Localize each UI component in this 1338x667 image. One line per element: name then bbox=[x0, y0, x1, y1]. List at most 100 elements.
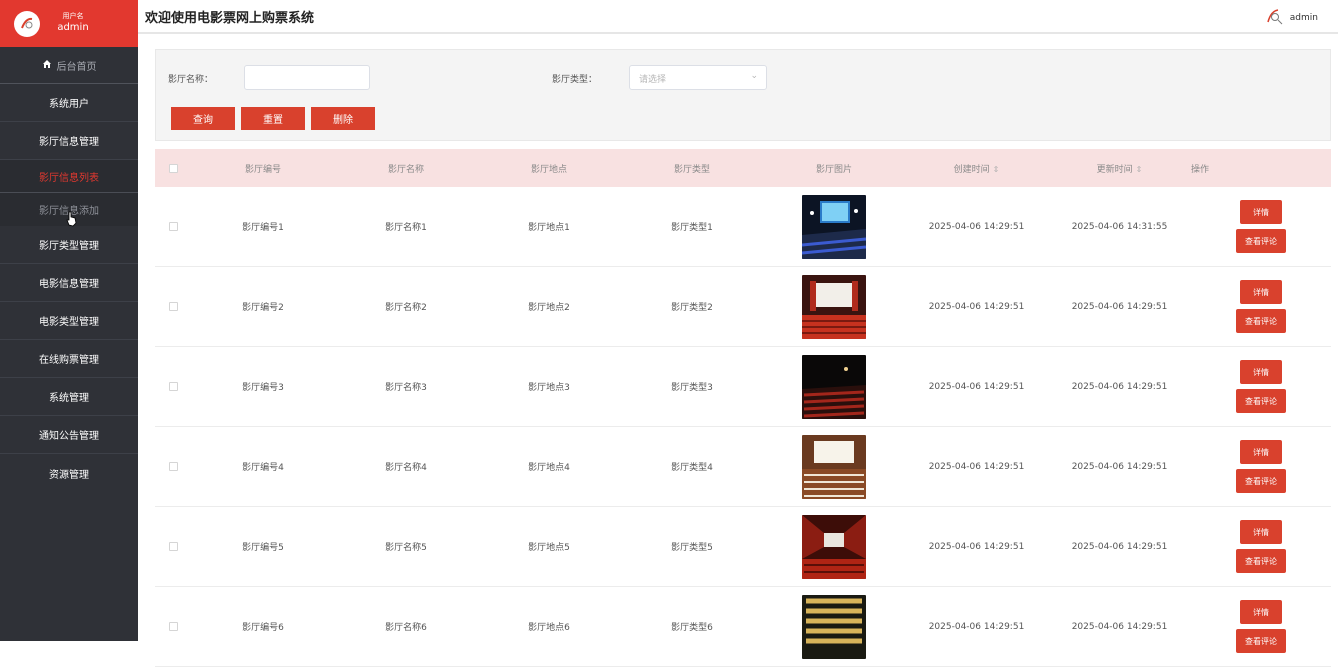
cell-hall-addr: 影厅地点2 bbox=[528, 303, 570, 313]
hall-image bbox=[802, 434, 866, 499]
row-check-cell bbox=[155, 462, 191, 471]
cell-hall-addr: 影厅地点1 bbox=[528, 223, 570, 233]
user-name: admin bbox=[57, 22, 89, 33]
sidebar-subitem-hall-list[interactable]: 影厅信息列表 bbox=[0, 160, 138, 193]
detail-button[interactable]: 详情 bbox=[1240, 600, 1282, 624]
sort-icon[interactable]: ⇕ bbox=[1136, 165, 1143, 174]
sidebar-item-label: 在线购票管理 bbox=[39, 355, 99, 366]
sidebar-item-label: 影厅信息列表 bbox=[39, 172, 99, 184]
view-review-button[interactable]: 查看评论 bbox=[1236, 389, 1286, 413]
user-avatar-icon bbox=[1264, 6, 1284, 29]
header-username: admin bbox=[1289, 12, 1318, 23]
cell-hall-addr: 影厅地点4 bbox=[528, 463, 570, 473]
cell-updated-time: 2025-04-06 14:31:55 bbox=[1071, 221, 1168, 232]
header-updated-time[interactable]: 更新时间 ⇕ bbox=[1048, 162, 1191, 175]
sidebar-item-system-users[interactable]: 系统用户 bbox=[0, 84, 138, 122]
table-row: 影厅编号5 影厅名称5 影厅地点5 影厅类型5 2025-04-06 14:29… bbox=[155, 507, 1331, 587]
table-row: 影厅编号6 影厅名称6 影厅地点6 影厅类型6 2025-04-06 14:29… bbox=[155, 587, 1331, 667]
row-check-cell bbox=[155, 222, 191, 231]
sidebar-item-label: 系统管理 bbox=[49, 393, 89, 404]
header-hall-img: 影厅图片 bbox=[815, 164, 852, 175]
avatar bbox=[14, 11, 40, 37]
cell-hall-type: 影厅类型2 bbox=[671, 303, 713, 313]
home-icon bbox=[42, 59, 52, 72]
row-checkbox[interactable] bbox=[168, 622, 178, 631]
header-user[interactable]: admin bbox=[1264, 6, 1318, 29]
hall-type-placeholder: 请选择 bbox=[639, 75, 667, 85]
sidebar-item-movie-type[interactable]: 电影类型管理 bbox=[0, 302, 138, 340]
cell-operations: 详情 查看评论 bbox=[1191, 200, 1331, 253]
row-checkbox[interactable] bbox=[168, 302, 178, 311]
sidebar-item-resource[interactable]: 资源管理 bbox=[0, 454, 138, 492]
hall-image bbox=[802, 194, 866, 259]
header-label: 创建时间 bbox=[953, 164, 990, 175]
view-review-button[interactable]: 查看评论 bbox=[1236, 469, 1286, 493]
cell-hall-img bbox=[763, 594, 905, 659]
sidebar-item-hall-type[interactable]: 影厅类型管理 bbox=[0, 226, 138, 264]
sidebar-item-label: 后台首页 bbox=[56, 61, 97, 73]
view-review-button[interactable]: 查看评论 bbox=[1236, 629, 1286, 653]
cell-updated-time: 2025-04-06 14:29:51 bbox=[1071, 541, 1168, 552]
cell-hall-no: 影厅编号2 bbox=[242, 303, 284, 313]
sidebar-item-notice[interactable]: 通知公告管理 bbox=[0, 416, 138, 454]
detail-button[interactable]: 详情 bbox=[1240, 360, 1282, 384]
cell-created-time: 2025-04-06 14:29:51 bbox=[928, 301, 1025, 312]
view-review-button[interactable]: 查看评论 bbox=[1236, 309, 1286, 333]
sidebar: 用户名 admin 后台首页 系统用户 影厅信息管理 影厅信息列表 影厅信息添加… bbox=[0, 0, 138, 641]
delete-button[interactable]: 删除 bbox=[311, 107, 375, 130]
search-panel: 影厅名称： 影厅类型： 请选择 ⌄ 查询 重置 删除 bbox=[155, 49, 1331, 141]
top-header: 欢迎使用电影票网上购票系统 admin bbox=[138, 0, 1338, 34]
cell-hall-no: 影厅编号3 bbox=[242, 383, 284, 393]
sidebar-item-system[interactable]: 系统管理 bbox=[0, 378, 138, 416]
view-review-button[interactable]: 查看评论 bbox=[1236, 549, 1286, 573]
hall-image bbox=[802, 274, 866, 339]
header-created-time[interactable]: 创建时间 ⇕ bbox=[905, 162, 1048, 175]
hall-image bbox=[802, 354, 866, 419]
user-label: 用户名 bbox=[62, 12, 84, 20]
select-all-checkbox[interactable] bbox=[168, 163, 178, 173]
hall-name-input[interactable] bbox=[244, 65, 370, 90]
cell-hall-name: 影厅名称6 bbox=[385, 623, 427, 633]
select-all-cell bbox=[155, 163, 191, 173]
row-checkbox[interactable] bbox=[168, 382, 178, 391]
cell-hall-img bbox=[763, 194, 905, 259]
hall-type-select[interactable]: 请选择 ⌄ bbox=[629, 65, 767, 90]
sidebar-item-online-ticket[interactable]: 在线购票管理 bbox=[0, 340, 138, 378]
chevron-down-icon: ⌄ bbox=[750, 71, 758, 81]
sidebar-item-label: 影厅信息管理 bbox=[39, 137, 99, 148]
detail-button[interactable]: 详情 bbox=[1240, 200, 1282, 224]
cell-hall-type: 影厅类型5 bbox=[671, 543, 713, 553]
header-hall-type: 影厅类型 bbox=[673, 164, 710, 175]
row-checkbox[interactable] bbox=[168, 222, 178, 231]
cell-updated-time: 2025-04-06 14:29:51 bbox=[1071, 621, 1168, 632]
cell-hall-type: 影厅类型1 bbox=[671, 223, 713, 233]
row-check-cell bbox=[155, 622, 191, 631]
detail-button[interactable]: 详情 bbox=[1240, 440, 1282, 464]
detail-button[interactable]: 详情 bbox=[1240, 520, 1282, 544]
cell-hall-img bbox=[763, 274, 905, 339]
query-button[interactable]: 查询 bbox=[171, 107, 235, 130]
sort-icon[interactable]: ⇕ bbox=[993, 165, 1000, 174]
reset-button[interactable]: 重置 bbox=[241, 107, 305, 130]
cell-created-time: 2025-04-06 14:29:51 bbox=[928, 621, 1025, 632]
sidebar-item-label: 通知公告管理 bbox=[39, 431, 99, 442]
row-check-cell bbox=[155, 382, 191, 391]
sidebar-item-home[interactable]: 后台首页 bbox=[0, 47, 138, 84]
row-checkbox[interactable] bbox=[168, 542, 178, 551]
page-title: 欢迎使用电影票网上购票系统 bbox=[145, 11, 315, 26]
sidebar-subitem-hall-add[interactable]: 影厅信息添加 bbox=[0, 193, 138, 227]
row-checkbox[interactable] bbox=[168, 462, 178, 471]
view-review-button[interactable]: 查看评论 bbox=[1236, 229, 1286, 253]
cell-hall-name: 影厅名称1 bbox=[385, 223, 427, 233]
sidebar-item-hall-info[interactable]: 影厅信息管理 bbox=[0, 122, 138, 160]
sidebar-item-movie-info[interactable]: 电影信息管理 bbox=[0, 264, 138, 302]
hall-name-label: 影厅名称： bbox=[168, 75, 214, 85]
cell-hall-type: 影厅类型3 bbox=[671, 383, 713, 393]
cell-created-time: 2025-04-06 14:29:51 bbox=[928, 221, 1025, 232]
cell-operations: 详情 查看评论 bbox=[1191, 280, 1331, 333]
cell-created-time: 2025-04-06 14:29:51 bbox=[928, 541, 1025, 552]
row-check-cell bbox=[155, 542, 191, 551]
cell-hall-no: 影厅编号6 bbox=[242, 623, 284, 633]
detail-button[interactable]: 详情 bbox=[1240, 280, 1282, 304]
header-hall-addr: 影厅地点 bbox=[530, 164, 567, 175]
